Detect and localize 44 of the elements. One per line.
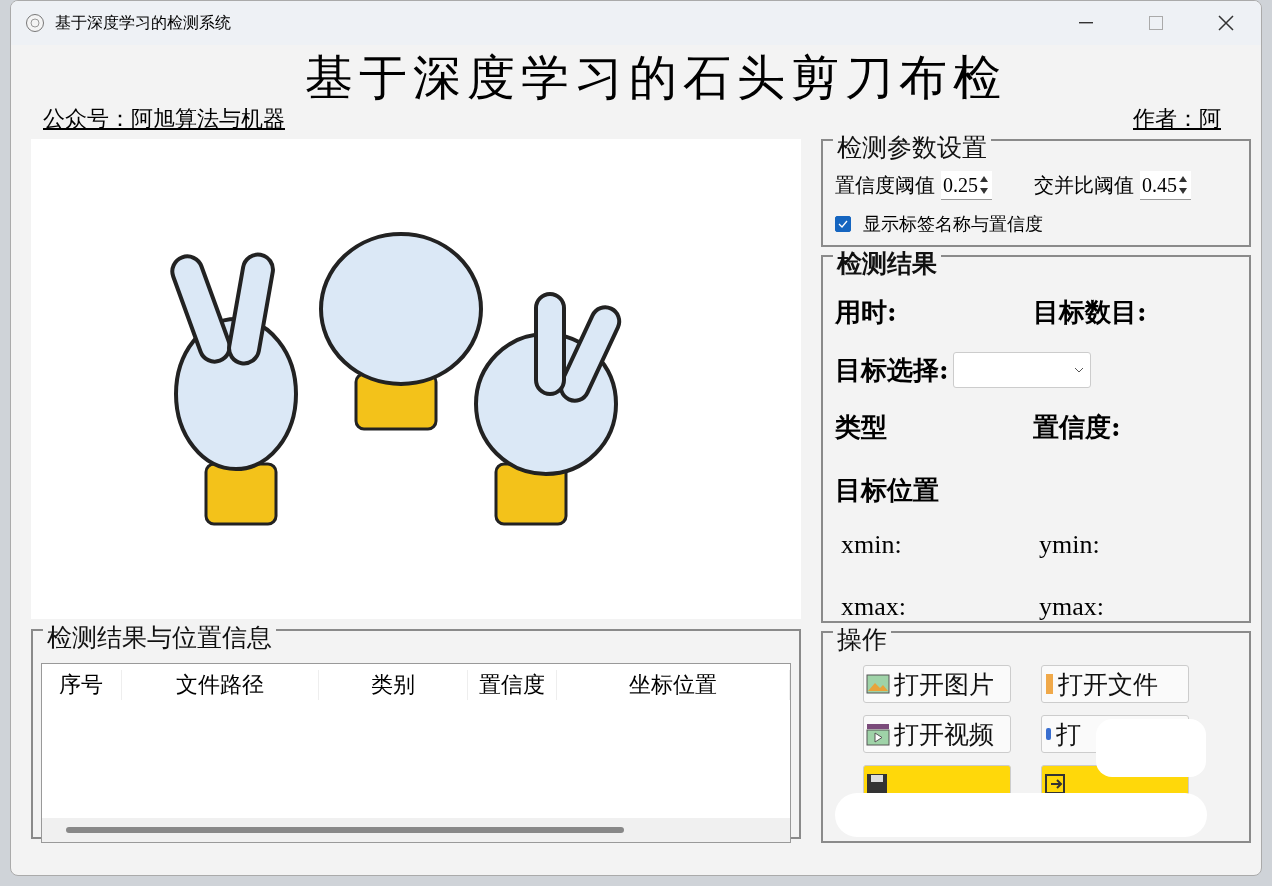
video-button[interactable]: 打开视频 [863,715,1011,753]
column-header: 坐标位置 [557,670,790,700]
column-header: 文件路径 [121,670,320,700]
file-button[interactable]: 打开文件 [1041,665,1189,703]
close-icon [1218,15,1234,31]
window-title: 基于深度学习的检测系统 [55,12,232,34]
ymax-label: ymax: [1038,592,1105,622]
checkbox[interactable] [835,216,851,232]
confidence-spinbox[interactable]: 0.25 [941,171,992,200]
checkbox-label: 显示标签名称与置信度 [863,212,1043,236]
account-text: 公众号：阿旭算法与机器 [43,105,285,133]
confidence-result-label: 置信度: [1033,411,1122,444]
column-header: 序号 [42,670,122,700]
count-label: 目标数目: [1033,296,1148,329]
position-title: 目标位置 [835,474,940,507]
ymin-label: ymin: [1038,530,1101,560]
minimize-icon [1079,22,1093,24]
image-button[interactable]: 打开图片 [863,665,1011,703]
iou-spinbox[interactable]: 0.45 [1140,171,1191,200]
chevron-down-icon [1073,367,1084,373]
maximize-icon [1149,16,1163,30]
target-dropdown[interactable] [952,352,1091,388]
xmax-label: xmax: [840,592,907,622]
group-title: 检测参数设置 [833,133,991,163]
group-title: 检测结果与位置信息 [43,623,276,653]
xmin-label: xmin: [840,530,903,560]
confidence-label: 置信度阈值 [835,172,935,199]
column-header: 置信度 [467,670,558,700]
author-text: 作者：阿 [1133,105,1221,133]
group-title: 检测结果 [833,249,941,279]
exit-icon [1044,773,1066,795]
app-heading: 基于深度学习的石头剪刀布检 [305,49,1007,105]
iou-label: 交并比阈值 [1034,172,1134,199]
group-title: 操作 [833,625,891,655]
type-label: 类型 [835,411,888,444]
horizontal-scrollbar-thumb[interactable] [66,827,624,833]
checkmark-icon [838,220,848,228]
column-header: 类别 [319,670,468,700]
video-clip-icon [866,722,890,746]
picture-icon [866,673,890,695]
app-icon [25,13,45,33]
file-icon [1044,672,1054,696]
time-label: 用时: [835,296,898,329]
target-select-label: 目标选择: [835,353,949,387]
